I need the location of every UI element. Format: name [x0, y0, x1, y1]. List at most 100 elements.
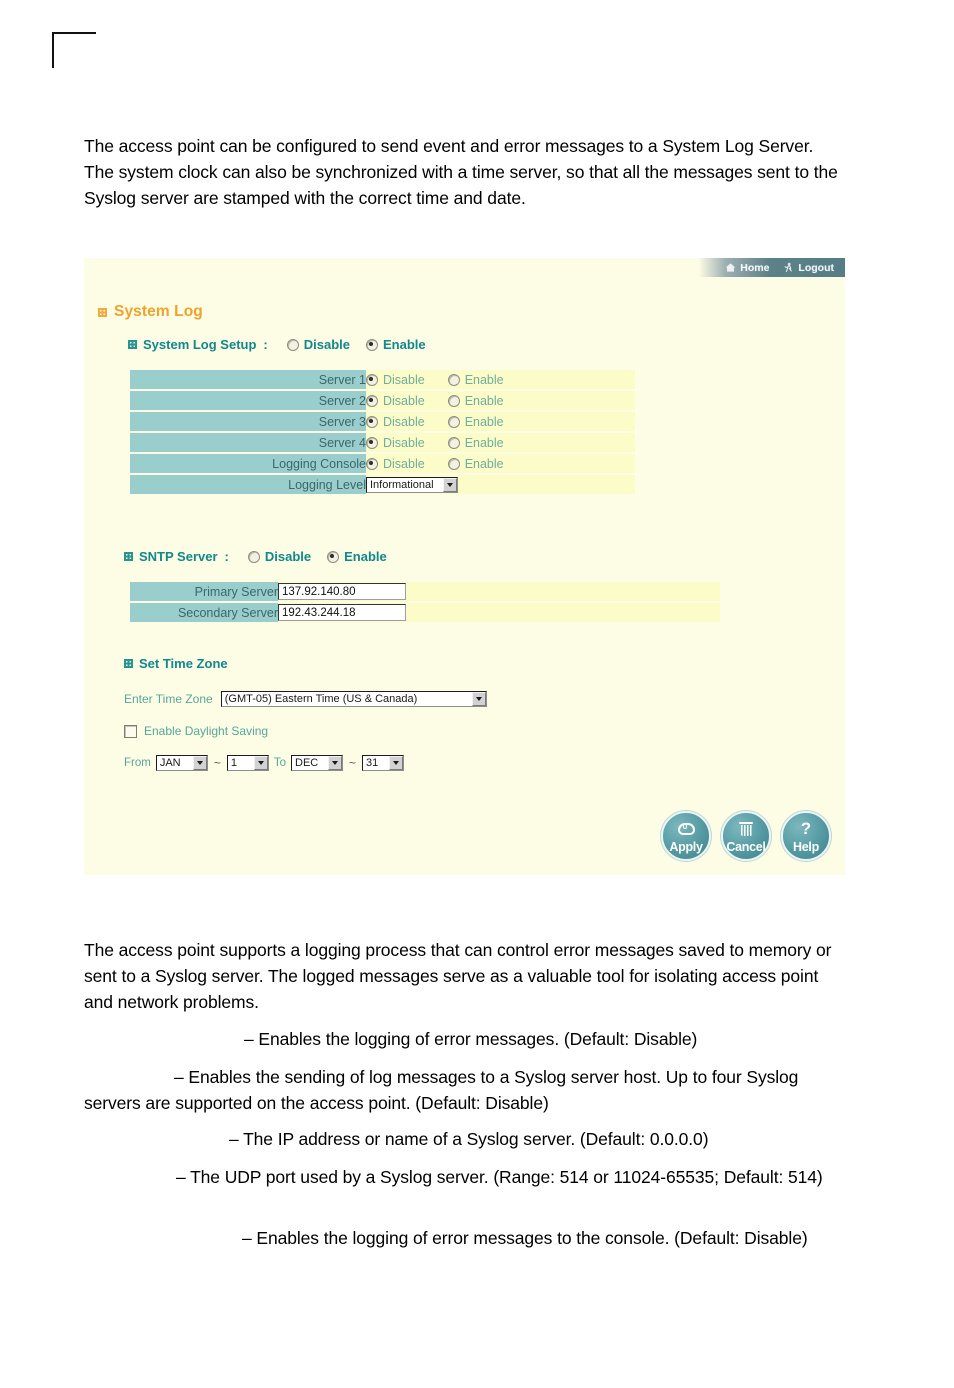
- chevron-down-icon[interactable]: [192, 756, 207, 770]
- row-value: Disable Enable: [366, 412, 635, 431]
- help-button[interactable]: ? Help: [781, 811, 831, 861]
- radio-button[interactable]: [447, 373, 460, 386]
- radio-button[interactable]: [366, 415, 378, 428]
- radio-button[interactable]: [447, 415, 460, 428]
- server3-enable-option[interactable]: Enable: [447, 415, 504, 429]
- table-row: Server 4 Disable Enable: [130, 433, 635, 452]
- row-label: Server 2: [130, 391, 366, 410]
- radio-button[interactable]: [447, 436, 460, 449]
- grid-bullet-icon: [124, 659, 133, 668]
- to-month-select[interactable]: DEC: [291, 755, 344, 771]
- row-value: 192.43.244.18: [278, 603, 720, 622]
- definition-item-5: – Enables the logging of error messages …: [84, 1226, 846, 1252]
- server2-enable-option[interactable]: Enable: [447, 393, 504, 408]
- to-month-value: DEC: [295, 757, 319, 769]
- home-icon: [725, 263, 736, 272]
- definition-item-4: – The UDP port used by a Syslog server. …: [84, 1165, 846, 1191]
- syslog-setup-disable-option[interactable]: Disable: [286, 337, 351, 352]
- from-month-value: JAN: [159, 757, 181, 769]
- server2-disable-label: Disable: [383, 393, 425, 408]
- intro-paragraph: The access point can be configured to se…: [84, 136, 838, 208]
- syslog-setup-label: System Log Setup: [143, 337, 257, 352]
- logging-console-enable-label: Enable: [464, 456, 504, 471]
- chevron-down-icon[interactable]: [389, 756, 404, 770]
- chevron-down-icon[interactable]: [471, 692, 486, 706]
- secondary-server-input[interactable]: 192.43.244.18: [278, 604, 406, 621]
- row-label: Logging Level: [130, 475, 366, 494]
- logging-console-disable-option[interactable]: Disable: [366, 457, 425, 471]
- definition-item-2-text: – Enables the sending of log messages to…: [84, 1067, 799, 1113]
- radio-button[interactable]: [447, 457, 460, 470]
- server3-radio-group: Disable Enable: [366, 415, 504, 429]
- radio-button[interactable]: [366, 436, 378, 449]
- chevron-down-icon[interactable]: [253, 756, 268, 770]
- row-value: Disable Enable: [366, 454, 635, 473]
- radio-button[interactable]: [366, 394, 378, 407]
- definition-item-3: – The IP address or name of a Syslog ser…: [84, 1127, 846, 1153]
- row-label: Primary Server: [130, 582, 278, 601]
- sntp-radio-group: Disable Enable: [247, 549, 387, 564]
- definition-item-1-text: – Enables the logging of error messages.…: [244, 1029, 698, 1049]
- action-buttons: Apply Cancel ? Help: [661, 811, 831, 861]
- sntp-disable-option[interactable]: Disable: [247, 549, 312, 564]
- row-value: Disable Enable: [366, 370, 635, 389]
- server2-enable-label: Enable: [464, 393, 504, 408]
- logging-level-select[interactable]: Informational: [366, 476, 458, 493]
- question-mark-icon: ?: [800, 819, 812, 838]
- daylight-saving-row[interactable]: Enable Daylight Saving: [124, 724, 268, 738]
- primary-server-input[interactable]: 137.92.140.80: [278, 583, 406, 600]
- topnav-logout[interactable]: Logout: [783, 262, 834, 274]
- radio-button[interactable]: [366, 373, 378, 386]
- time-zone-value: (GMT-05) Eastern Time (US & Canada): [224, 693, 418, 705]
- syslog-setup-enable-option[interactable]: Enable: [366, 337, 426, 352]
- system-log-screenshot-panel: Home Logout System Log System Log Setup …: [84, 258, 845, 875]
- syslog-setup-disable-label: Disable: [303, 337, 351, 352]
- time-zone-select[interactable]: (GMT-05) Eastern Time (US & Canada): [220, 691, 487, 707]
- range-tilde-1: ~: [213, 756, 221, 770]
- radio-button[interactable]: [447, 394, 460, 407]
- radio-button[interactable]: [286, 338, 299, 351]
- syslog-setup-enable-label: Enable: [383, 337, 426, 352]
- to-day-select[interactable]: 31: [362, 755, 405, 771]
- apply-button-label: Apply: [669, 839, 703, 854]
- from-month-select[interactable]: JAN: [155, 755, 208, 771]
- row-value: Disable Enable: [366, 433, 635, 452]
- sntp-disable-label: Disable: [264, 549, 312, 564]
- radio-button[interactable]: [247, 550, 260, 563]
- server1-enable-option[interactable]: Enable: [447, 372, 504, 387]
- server1-disable-option[interactable]: Disable: [366, 373, 425, 387]
- section-heading-sntp-server: SNTP Server : Disable Enable: [124, 549, 387, 564]
- sntp-enable-option[interactable]: Enable: [327, 549, 387, 564]
- logging-console-enable-option[interactable]: Enable: [447, 456, 504, 471]
- server2-disable-option[interactable]: Disable: [366, 394, 425, 408]
- cancel-button-label: Cancel: [726, 839, 766, 854]
- chevron-down-icon[interactable]: [328, 756, 343, 770]
- cancel-button[interactable]: Cancel: [721, 811, 771, 861]
- radio-button[interactable]: [327, 550, 340, 563]
- trash-icon: [723, 820, 769, 837]
- server1-enable-label: Enable: [464, 372, 504, 387]
- server3-disable-option[interactable]: Disable: [366, 415, 425, 429]
- radio-button[interactable]: [366, 457, 378, 470]
- radio-button[interactable]: [366, 338, 379, 351]
- grid-bullet-icon: [128, 340, 137, 349]
- server4-disable-option[interactable]: Disable: [366, 436, 425, 450]
- daylight-saving-checkbox[interactable]: [124, 724, 137, 738]
- definition-item-4-text: – The UDP port used by a Syslog server. …: [176, 1167, 823, 1187]
- server4-enable-option[interactable]: Enable: [447, 435, 504, 450]
- definition-item-5-text: – Enables the logging of error messages …: [242, 1228, 808, 1248]
- topnav-home[interactable]: Home: [725, 262, 769, 274]
- server4-disable-label: Disable: [383, 435, 425, 450]
- apply-button[interactable]: Apply: [661, 811, 711, 861]
- topnav: Home Logout: [699, 258, 845, 277]
- page-title: System Log: [98, 303, 203, 321]
- page-title-label: System Log: [114, 303, 203, 320]
- server4-enable-label: Enable: [464, 435, 504, 450]
- table-row: Server 3 Disable Enable: [130, 412, 635, 431]
- chevron-down-icon[interactable]: [443, 477, 457, 492]
- daylight-saving-range-row: From JAN ~ 1 To DEC ~ 31: [124, 755, 405, 771]
- from-day-select[interactable]: 1: [226, 755, 269, 771]
- topnav-logout-label: Logout: [798, 261, 834, 274]
- row-value: 137.92.140.80: [278, 582, 720, 601]
- syslog-setup-radio-group: Disable Enable: [286, 337, 426, 352]
